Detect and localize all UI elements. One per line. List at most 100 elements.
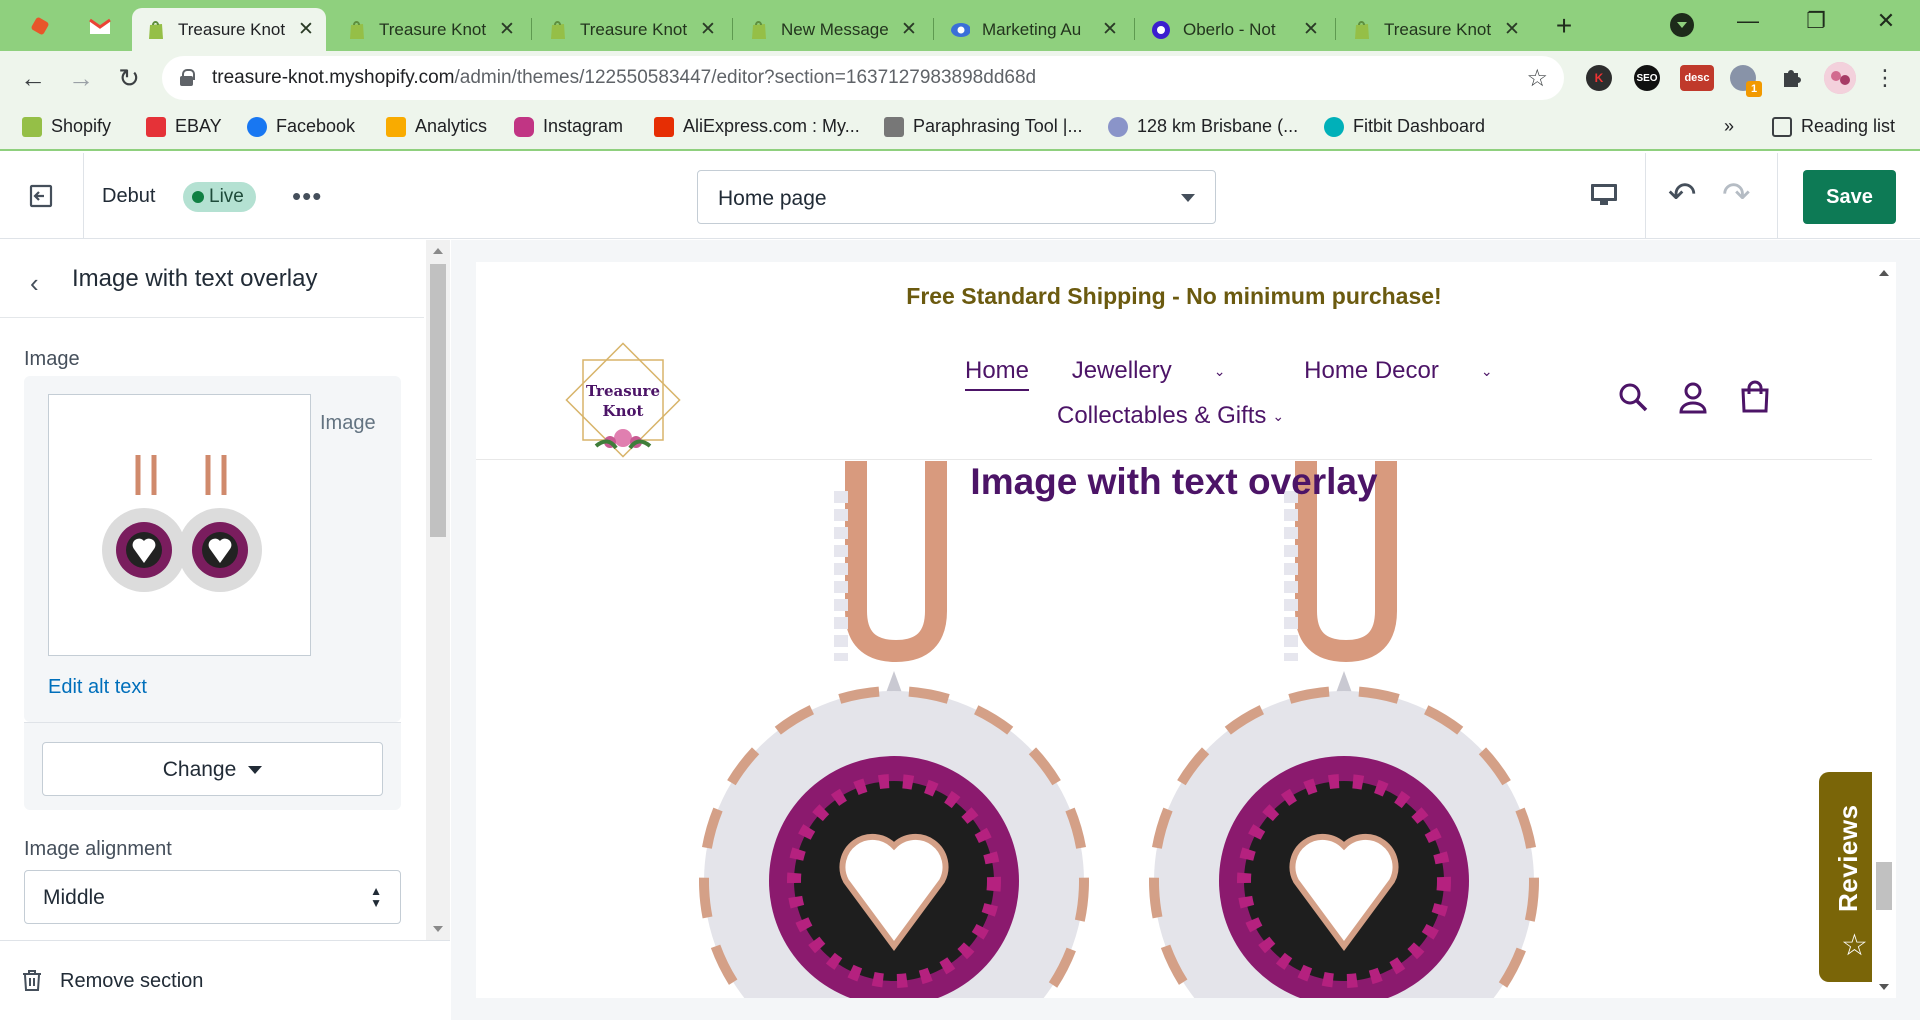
- search-icon[interactable]: [1616, 380, 1650, 414]
- image-thumbnail[interactable]: [48, 394, 311, 656]
- shopify-icon: [347, 20, 367, 40]
- lock-icon: [180, 69, 195, 86]
- close-icon[interactable]: ✕: [1301, 18, 1321, 41]
- cart-bag-icon[interactable]: [1738, 380, 1772, 414]
- edit-alt-text-link[interactable]: Edit alt text: [48, 676, 147, 699]
- undo-icon[interactable]: ↶: [1668, 175, 1697, 215]
- nav-jewellery[interactable]: Jewellery ⌄: [1072, 357, 1262, 385]
- shopify-icon: [22, 116, 42, 137]
- tab-6[interactable]: Oberlo - Not ✕: [1137, 8, 1331, 51]
- tab-7[interactable]: Treasure Knot ✕: [1338, 8, 1532, 51]
- shopify-icon: [1352, 20, 1372, 40]
- instagram-icon: [514, 116, 534, 137]
- close-icon[interactable]: ✕: [899, 18, 919, 41]
- close-icon[interactable]: ✕: [698, 18, 718, 41]
- close-icon[interactable]: ✕: [1100, 18, 1120, 41]
- bookmark-star-icon[interactable]: ☆: [1526, 64, 1548, 93]
- account-icon[interactable]: [1676, 380, 1710, 414]
- exit-editor-icon[interactable]: [28, 183, 54, 209]
- extension-badge: 1: [1746, 81, 1762, 97]
- bookmark-brisbane[interactable]: 128 km Brisbane (...: [1108, 116, 1298, 137]
- extension-gray-icon[interactable]: 1: [1730, 65, 1762, 97]
- sidebar-header: ‹ Image with text overlay: [0, 240, 424, 318]
- tab-title: Treasure Knot: [580, 19, 688, 39]
- theme-name: Debut: [102, 185, 156, 207]
- image-with-text-overlay-section[interactable]: Image with text overlay rc tom selec ela: [476, 461, 1872, 998]
- extension-k-icon[interactable]: K: [1586, 65, 1612, 91]
- minimize-icon[interactable]: —: [1728, 8, 1768, 38]
- announcement-bar[interactable]: Free Standard Shipping - No minimum purc…: [476, 262, 1872, 330]
- remove-section-button[interactable]: Remove section: [60, 970, 203, 993]
- pinned-tab-app[interactable]: [20, 8, 60, 44]
- earrings-thumbnail-image: [101, 455, 262, 592]
- browser-menu-icon[interactable]: ⋮: [1870, 63, 1900, 93]
- extensions-puzzle-icon[interactable]: [1778, 65, 1804, 91]
- caret-down-icon: [248, 766, 263, 775]
- back-arrow-icon[interactable]: ←: [18, 63, 48, 93]
- tab-5[interactable]: Marketing Au ✕: [936, 8, 1130, 51]
- extension-desc-icon[interactable]: desc: [1680, 65, 1714, 91]
- preview-frame: Free Standard Shipping - No minimum purc…: [476, 262, 1872, 998]
- back-chevron-icon[interactable]: ‹: [30, 268, 39, 299]
- image-picker-card: Image Edit alt text: [24, 376, 401, 722]
- forward-arrow-icon[interactable]: →: [66, 63, 96, 93]
- close-icon[interactable]: ✕: [296, 18, 316, 41]
- more-actions-icon[interactable]: •••: [292, 181, 322, 212]
- section-title: Image with text overlay: [72, 265, 318, 292]
- sidebar-scrollbar[interactable]: [426, 240, 450, 940]
- storefront-preview: Free Standard Shipping - No minimum purc…: [451, 240, 1920, 1020]
- window-close-icon[interactable]: ✕: [1866, 8, 1906, 38]
- store-header: Treasure Knot Home Jewellery ⌄ Home Decor…: [476, 330, 1872, 460]
- reading-list-icon: [1772, 116, 1792, 137]
- reading-list[interactable]: Reading list: [1772, 116, 1895, 137]
- preview-scrollbar[interactable]: [1872, 262, 1896, 998]
- page-select-value: Home page: [718, 187, 827, 210]
- close-icon[interactable]: ✕: [1502, 18, 1522, 41]
- profile-avatar[interactable]: [1824, 62, 1856, 94]
- facebook-icon: [247, 116, 267, 137]
- image-alignment-select[interactable]: Middle ▲ ▼: [24, 870, 401, 924]
- new-tab-button[interactable]: +: [1548, 11, 1580, 41]
- bookmark-ebay[interactable]: EBAY: [146, 116, 222, 137]
- redo-icon[interactable]: ↷: [1722, 175, 1751, 215]
- bookmark-analytics[interactable]: Analytics: [386, 116, 487, 137]
- pinned-app-icon: [31, 17, 49, 35]
- restore-icon[interactable]: ❐: [1796, 8, 1836, 38]
- bookmark-instagram[interactable]: Instagram: [514, 116, 623, 137]
- bookmark-aliexpress[interactable]: AliExpress.com : My...: [654, 116, 860, 137]
- address-bar[interactable]: treasure-knot.myshopify.com/admin/themes…: [162, 56, 1564, 100]
- page-select[interactable]: Home page: [697, 170, 1216, 224]
- browser-tab-bar: Treasure Knot ✕ Treasure Knot ✕ Treasure…: [0, 0, 1920, 51]
- tab-search-icon[interactable]: [1670, 13, 1694, 37]
- tab-4[interactable]: New Message ✕: [735, 8, 929, 51]
- aliexpress-icon: [654, 116, 674, 137]
- trash-icon: [23, 970, 41, 991]
- nav-home-decor[interactable]: Home Decor ⌄: [1304, 357, 1528, 385]
- bookmark-fitbit[interactable]: Fitbit Dashboard: [1324, 116, 1485, 137]
- change-image-button[interactable]: Change: [42, 742, 383, 796]
- bookmarks-overflow[interactable]: »: [1724, 116, 1734, 137]
- tab-1[interactable]: Treasure Knot ✕: [132, 8, 326, 51]
- bookmark-shopify[interactable]: Shopify: [22, 116, 111, 137]
- main-nav: Home Jewellery ⌄ Home Decor ⌄: [965, 357, 1565, 391]
- url-text: treasure-knot.myshopify.com/admin/themes…: [212, 67, 1037, 88]
- reload-icon[interactable]: ↻: [114, 63, 144, 93]
- bookmarks-bar: Shopify EBAY Facebook Analytics Instagra…: [0, 105, 1920, 151]
- extension-seo-icon[interactable]: SEO: [1634, 65, 1660, 91]
- reviews-tab[interactable]: Reviews ☆: [1819, 772, 1872, 982]
- tab-title: Treasure Knot: [1384, 19, 1492, 39]
- pinned-tab-gmail[interactable]: [80, 8, 120, 44]
- bookmark-paraphrasing[interactable]: Paraphrasing Tool |...: [884, 116, 1082, 137]
- tab-3[interactable]: Treasure Knot ✕: [534, 8, 728, 51]
- image-alignment-value: Middle: [43, 886, 105, 909]
- store-logo[interactable]: Treasure Knot: [558, 338, 688, 466]
- nav-collectables-gifts[interactable]: Collectables & Gifts ⌄: [1057, 402, 1284, 430]
- save-button[interactable]: Save: [1803, 170, 1896, 224]
- nav-home[interactable]: Home: [965, 357, 1030, 391]
- close-icon[interactable]: ✕: [497, 18, 517, 41]
- theme-editor-topbar: Debut Live ••• Home page ↶ ↷ Save: [0, 153, 1920, 239]
- tab-2[interactable]: Treasure Knot ✕: [333, 8, 527, 51]
- bookmark-facebook[interactable]: Facebook: [247, 116, 355, 137]
- desktop-view-icon[interactable]: [1590, 183, 1618, 207]
- chevron-down-icon: [1181, 194, 1195, 202]
